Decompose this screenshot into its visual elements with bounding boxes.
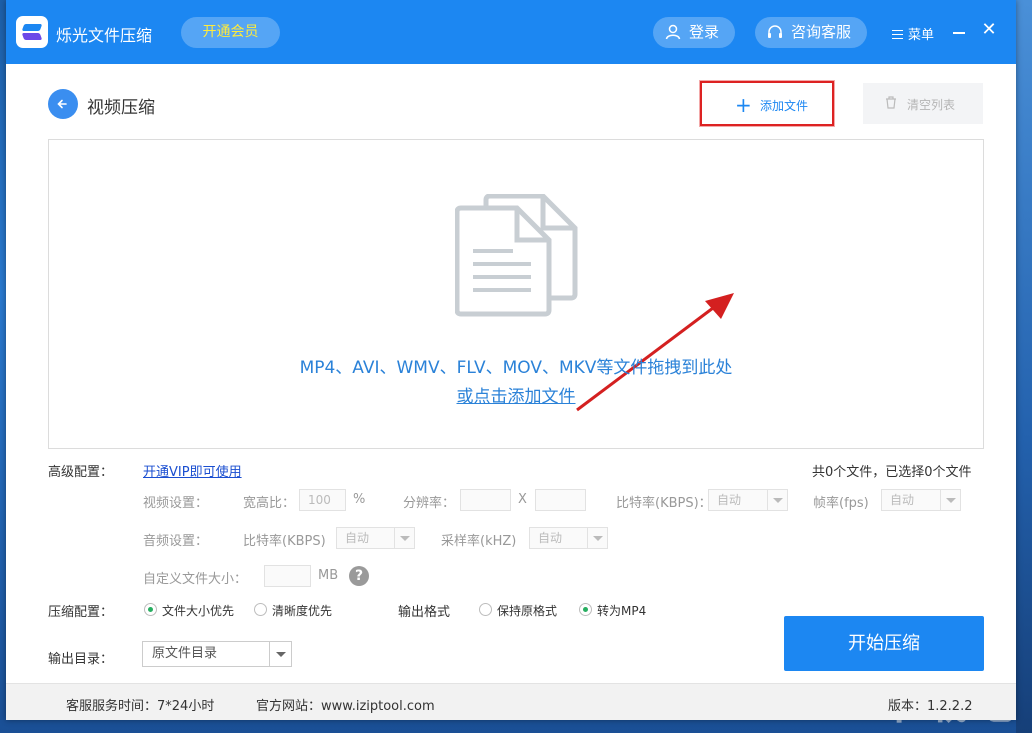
start-compress-button[interactable]: 开始压缩	[784, 616, 984, 671]
clear-list-label: 清空列表	[907, 98, 956, 112]
back-button[interactable]	[48, 89, 78, 119]
desktop-background	[1016, 0, 1032, 733]
add-file-button[interactable]: + 添加文件	[700, 81, 834, 126]
arrow-left-icon	[57, 99, 67, 109]
fps-value: 自动	[890, 493, 915, 507]
page-title: 视频压缩	[87, 98, 155, 118]
aspect-ratio-input[interactable]: 100	[299, 489, 346, 511]
fps-label: 帧率(fps)	[813, 496, 869, 511]
service-label: 咨询客服	[791, 23, 852, 41]
menu-icon	[892, 30, 903, 39]
vip-unlock-link[interactable]: 开通VIP即可使用	[143, 461, 242, 480]
chevron-down-icon	[269, 642, 291, 666]
file-count-text: 共0个文件，已选择0个文件	[812, 465, 972, 480]
documents-icon	[455, 194, 578, 317]
service-time-text: 客服服务时间：7*24小时	[66, 699, 215, 714]
custom-size-label: 自定义文件大小：	[143, 572, 248, 587]
resolution-x: X	[518, 492, 527, 507]
titlebar: 烁光文件压缩 开通会员 登录 咨询客服 菜单 ✕	[6, 0, 1016, 64]
resolution-height-input[interactable]	[535, 489, 586, 511]
custom-size-unit: MB	[318, 568, 339, 583]
fps-select[interactable]: 自动	[881, 489, 961, 511]
headset-icon	[768, 25, 782, 38]
app-title: 烁光文件压缩	[56, 26, 153, 45]
radio-keep-format[interactable]	[479, 603, 492, 616]
app-window: 烁光文件压缩 开通会员 登录 咨询客服 菜单 ✕ 视频压缩 + 添加文件 清空列…	[6, 0, 1016, 720]
menu-label: 菜单	[908, 28, 935, 43]
chevron-down-icon	[394, 528, 414, 548]
advanced-config-label: 高级配置：	[48, 465, 114, 480]
website-text: 官方网站：www.iziptool.com	[256, 699, 435, 714]
radio-clarity-priority-label: 清晰度优先	[272, 604, 333, 618]
aspect-unit: %	[353, 492, 366, 507]
aspect-ratio-label: 宽高比：	[243, 496, 296, 511]
login-button[interactable]: 登录	[653, 17, 735, 48]
plus-icon: +	[735, 93, 752, 117]
file-drop-zone[interactable]: MP4、AVI、WMV、FLV、MOV、MKV等文件拖拽到此处 或点击添加文件	[48, 139, 984, 449]
custom-size-input[interactable]	[264, 565, 311, 587]
drop-hint-text: MP4、AVI、WMV、FLV、MOV、MKV等文件拖拽到此处	[299, 358, 733, 378]
compress-config-label: 压缩配置：	[48, 605, 114, 620]
radio-size-priority-label: 文件大小优先	[162, 604, 235, 618]
video-bitrate-value: 自动	[717, 493, 742, 507]
output-dir-value: 原文件目录	[152, 646, 218, 661]
resolution-label: 分辨率：	[403, 496, 456, 511]
audio-bitrate-label: 比特率(KBPS)	[243, 534, 326, 549]
audio-settings-label: 音频设置：	[143, 534, 209, 549]
sample-rate-label: 采样率(kHZ)	[441, 534, 517, 549]
chevron-down-icon	[587, 528, 607, 548]
radio-to-mp4-label: 转为MP4	[597, 604, 647, 618]
add-file-label: 添加文件	[760, 99, 809, 113]
output-dir-label: 输出目录：	[48, 652, 114, 667]
audio-bitrate-value: 自动	[345, 531, 370, 545]
output-format-label: 输出格式	[398, 605, 451, 620]
footer: 客服服务时间：7*24小时 官方网站：www.iziptool.com 版本：1…	[6, 683, 1016, 720]
version-text: 版本：1.2.2.2	[888, 699, 973, 714]
app-logo-icon	[16, 16, 48, 48]
video-bitrate-label: 比特率(KBPS)：	[616, 496, 712, 511]
resolution-width-input[interactable]	[460, 489, 511, 511]
vip-button[interactable]: 开通会员	[181, 17, 280, 48]
minimize-button[interactable]	[953, 32, 965, 34]
click-add-file-label: 或点击添加文件	[456, 387, 576, 407]
audio-bitrate-select[interactable]: 自动	[336, 527, 415, 549]
chevron-down-icon	[940, 490, 960, 510]
sample-rate-value: 自动	[538, 531, 563, 545]
close-button[interactable]: ✕	[981, 21, 997, 39]
login-label: 登录	[689, 23, 720, 41]
service-button[interactable]: 咨询客服	[755, 17, 867, 48]
video-settings-label: 视频设置：	[143, 496, 209, 511]
menu-button[interactable]: 菜单	[892, 24, 934, 43]
clear-list-button[interactable]: 清空列表	[863, 83, 983, 124]
chevron-down-icon	[767, 490, 787, 510]
help-icon[interactable]: ?	[349, 566, 369, 586]
radio-keep-format-label: 保持原格式	[497, 604, 558, 618]
click-add-file-link[interactable]: 或点击添加文件	[49, 382, 983, 407]
radio-size-priority[interactable]	[144, 603, 157, 616]
user-icon	[665, 24, 681, 40]
sample-rate-select[interactable]: 自动	[529, 527, 608, 549]
radio-clarity-priority[interactable]	[254, 603, 267, 616]
trash-icon	[886, 96, 896, 109]
video-bitrate-select[interactable]: 自动	[708, 489, 788, 511]
output-dir-select[interactable]: 原文件目录	[142, 641, 292, 667]
radio-to-mp4[interactable]	[579, 603, 592, 616]
